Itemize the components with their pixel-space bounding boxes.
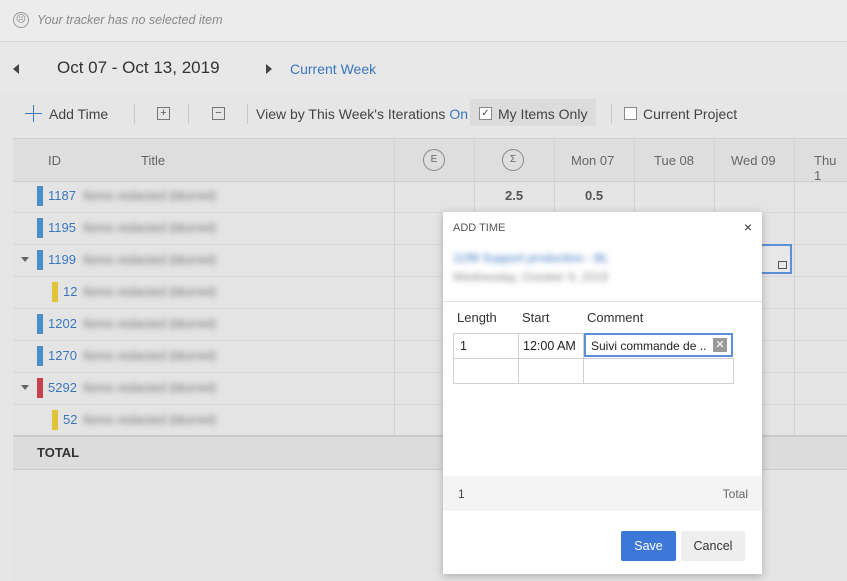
dialog-date-line: Wednesday, October 9, 2019 (453, 270, 608, 284)
item-id[interactable]: 5292 (48, 380, 77, 395)
item-id[interactable]: 1270 (48, 348, 77, 363)
clear-comment-icon[interactable]: ✕ (713, 338, 727, 352)
divider (611, 104, 612, 124)
week-range: Oct 07 - Oct 13, 2019 (57, 58, 220, 77)
item-title: Items redacted (blurred) (83, 349, 217, 363)
item-id[interactable]: 12 (63, 284, 77, 299)
start-value: 12:00 AM (523, 339, 576, 353)
column-header-mon[interactable]: Mon 07 (571, 153, 614, 168)
column-header-start: Start (522, 310, 550, 325)
column-header-length: Length (457, 310, 497, 325)
divider (247, 104, 248, 124)
item-title: Items redacted (blurred) (83, 413, 217, 427)
item-id[interactable]: 1195 (48, 220, 76, 235)
item-id[interactable]: 1202 (48, 316, 77, 331)
tracker-message: Your tracker has no selected item (37, 13, 223, 27)
item-id[interactable]: 1187 (48, 188, 76, 203)
divider (188, 104, 189, 124)
toolbar: Add Time + − View by This Week's Iterati… (0, 92, 847, 134)
item-color-bar (52, 410, 58, 430)
collapse-all-icon[interactable]: − (212, 107, 225, 120)
item-title: Items redacted (blurred) (83, 189, 217, 203)
my-items-only-checkbox[interactable]: ✓ (479, 107, 492, 120)
sum-icon: Σ (502, 149, 524, 171)
previous-week-icon[interactable] (13, 64, 19, 74)
row-mon-value[interactable]: 0.5 (585, 188, 603, 203)
empty-start-cell[interactable] (518, 358, 584, 384)
cell-edit-icon[interactable] (778, 261, 787, 269)
current-project-checkbox[interactable] (624, 107, 637, 120)
current-week-link[interactable]: Current Week (290, 61, 376, 77)
view-by-label: View by This Week's Iterations (256, 106, 446, 122)
view-by-state[interactable]: On (449, 106, 468, 122)
item-color-bar (37, 186, 43, 206)
dialog-total-bar: 1 Total (443, 476, 762, 511)
view-by-iterations-toggle[interactable]: View by This Week's Iterations On (256, 106, 468, 122)
divider (134, 104, 135, 124)
empty-comment-cell[interactable] (583, 358, 734, 384)
my-items-only-label[interactable]: My Items Only (498, 106, 587, 122)
current-project-label[interactable]: Current Project (643, 106, 737, 122)
grid-header: ID Title E Σ Mon 07 Tue 08 Wed 09 Thu 1 (13, 138, 847, 183)
column-header-comment: Comment (587, 310, 644, 325)
item-color-bar (37, 314, 43, 334)
row-sum: 2.5 (505, 188, 524, 203)
divider (443, 301, 762, 302)
dialog-title: ADD TIME (453, 222, 506, 234)
total-label: TOTAL (37, 445, 80, 460)
item-title: Items redacted (blurred) (83, 317, 217, 331)
item-title: Items redacted (blurred) (83, 253, 217, 267)
column-header-thu[interactable]: Thu 1 (814, 153, 847, 183)
column-header-tue[interactable]: Tue 08 (654, 153, 694, 168)
dialog-item-line[interactable]: 1199 Support production - BL (453, 251, 609, 265)
length-cell[interactable]: 1 (453, 333, 519, 359)
column-header-wed[interactable]: Wed 09 (731, 153, 776, 168)
item-color-bar (37, 250, 43, 270)
item-color-bar (37, 378, 43, 398)
expand-toggle-icon[interactable] (21, 257, 29, 262)
length-value: 1 (460, 339, 467, 353)
item-id[interactable]: 1199 (48, 252, 76, 267)
item-color-bar (37, 218, 43, 238)
tracker-status-bar: ☹ Your tracker has no selected item (0, 0, 847, 42)
cancel-button[interactable]: Cancel (681, 531, 745, 561)
start-cell[interactable]: 12:00 AM (518, 333, 584, 359)
item-id[interactable]: 52 (63, 412, 77, 427)
next-week-icon[interactable] (266, 64, 272, 74)
table-row[interactable]: 1187 Items redacted (blurred) 2.5 0.5 (13, 180, 847, 213)
comment-input[interactable] (584, 333, 733, 357)
total-label: Total (722, 487, 748, 501)
expand-toggle-icon[interactable] (21, 385, 29, 390)
add-time-dialog: ADD TIME × 1199 Support production - BL … (443, 212, 762, 574)
item-title: Items redacted (blurred) (83, 285, 217, 299)
item-title: Items redacted (blurred) (83, 381, 217, 395)
sad-face-icon: ☹ (13, 12, 29, 28)
add-time-button[interactable]: Add Time (49, 106, 108, 122)
item-color-bar (52, 282, 58, 302)
item-title: Items redacted (blurred) (83, 221, 217, 235)
add-icon[interactable] (25, 105, 42, 122)
estimate-icon: E (423, 149, 445, 171)
empty-length-cell[interactable] (453, 358, 519, 384)
column-header-id[interactable]: ID (48, 153, 61, 168)
save-button[interactable]: Save (621, 531, 676, 561)
column-header-title[interactable]: Title (141, 153, 165, 168)
week-navigation: Oct 07 - Oct 13, 2019 Current Week (0, 42, 847, 92)
item-color-bar (37, 346, 43, 366)
total-value: 1 (458, 487, 465, 501)
expand-all-icon[interactable]: + (157, 107, 170, 120)
close-icon[interactable]: × (744, 219, 752, 235)
